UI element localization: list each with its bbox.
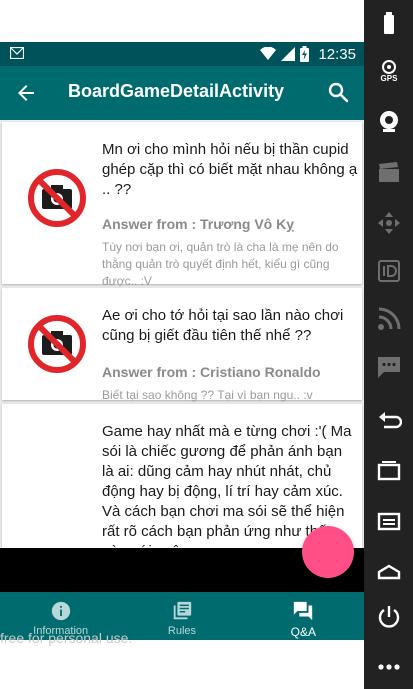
answer-text: Tùy nơi bạn ơi, quản trò là cha là mẹ nê… <box>102 240 339 288</box>
gps-label: GPS <box>380 74 398 83</box>
webcam-icon[interactable] <box>376 108 402 134</box>
answer-from-label: Answer from : Cristiano Ronaldo <box>102 364 321 380</box>
more-options-icon[interactable] <box>376 654 402 680</box>
status-time: 12:35 <box>318 45 356 63</box>
dpad-icon[interactable] <box>376 210 402 236</box>
wifi-icon <box>260 47 277 60</box>
search-icon[interactable] <box>326 80 350 104</box>
movie-clapper-icon[interactable] <box>376 160 402 186</box>
id-card-icon[interactable] <box>376 258 402 284</box>
screenshot: 12:35 BoardGameDetailActivity Mn ơi cho … <box>0 0 413 689</box>
emulator-sidebar: GPS <box>364 0 413 689</box>
question-text: Mn ơi cho mình hỏi nếu bị thần cupid ghé… <box>102 141 358 198</box>
info-icon <box>51 601 70 621</box>
rss-icon[interactable] <box>376 306 402 332</box>
qa-card[interactable]: Ae ơi cho tớ hỏi tại sao lần nào chơi cũ… <box>2 288 362 402</box>
app-bar: BoardGameDetailActivity <box>0 66 364 120</box>
forum-icon <box>294 601 313 621</box>
no-camera-icon <box>28 169 86 227</box>
gmail-notification-icon <box>10 47 24 59</box>
battery-icon[interactable] <box>376 10 402 36</box>
tab-rules-label: Rules <box>167 625 197 637</box>
floating-action-button[interactable] <box>302 526 354 578</box>
power-icon[interactable] <box>376 604 402 630</box>
qa-card[interactable]: Game hay nhất mà e từng chơi :'( Ma sói … <box>2 404 362 548</box>
rotate-back-icon[interactable] <box>376 408 402 434</box>
no-camera-icon <box>28 315 86 373</box>
tab-rules[interactable]: Rules <box>121 592 242 640</box>
home-icon[interactable] <box>376 558 402 584</box>
answer-from-label: Answer from : Trương Vô Kỵ <box>102 216 295 232</box>
tab-qa[interactable]: Q&A <box>243 592 364 640</box>
question-text: Ae ơi cho tớ hỏi tại sao lần nào chơi cũ… <box>102 307 344 344</box>
status-bar: 12:35 <box>0 42 364 66</box>
qa-list[interactable]: Mn ơi cho mình hỏi nếu bị thần cupid ghé… <box>0 120 364 548</box>
signal-icon <box>281 47 296 61</box>
back-arrow-icon[interactable] <box>14 81 38 105</box>
recent-apps-icon[interactable] <box>376 458 402 484</box>
page-title: BoardGameDetailActivity <box>68 81 285 101</box>
tab-qa-label: Q&A <box>290 625 316 639</box>
menu-icon[interactable] <box>376 508 402 534</box>
watermark: free for personal use. <box>0 630 133 646</box>
library-books-icon <box>173 601 192 620</box>
android-device-screen: 12:35 BoardGameDetailActivity Mn ơi cho … <box>0 42 364 640</box>
sms-icon[interactable] <box>376 354 402 380</box>
battery-charging-icon <box>300 46 310 62</box>
answer-text: Biết tại sao không ?? Tại vì bạn ngu.. :… <box>102 388 313 402</box>
qa-card[interactable]: Mn ơi cho mình hỏi nếu bị thần cupid ghé… <box>2 122 362 288</box>
